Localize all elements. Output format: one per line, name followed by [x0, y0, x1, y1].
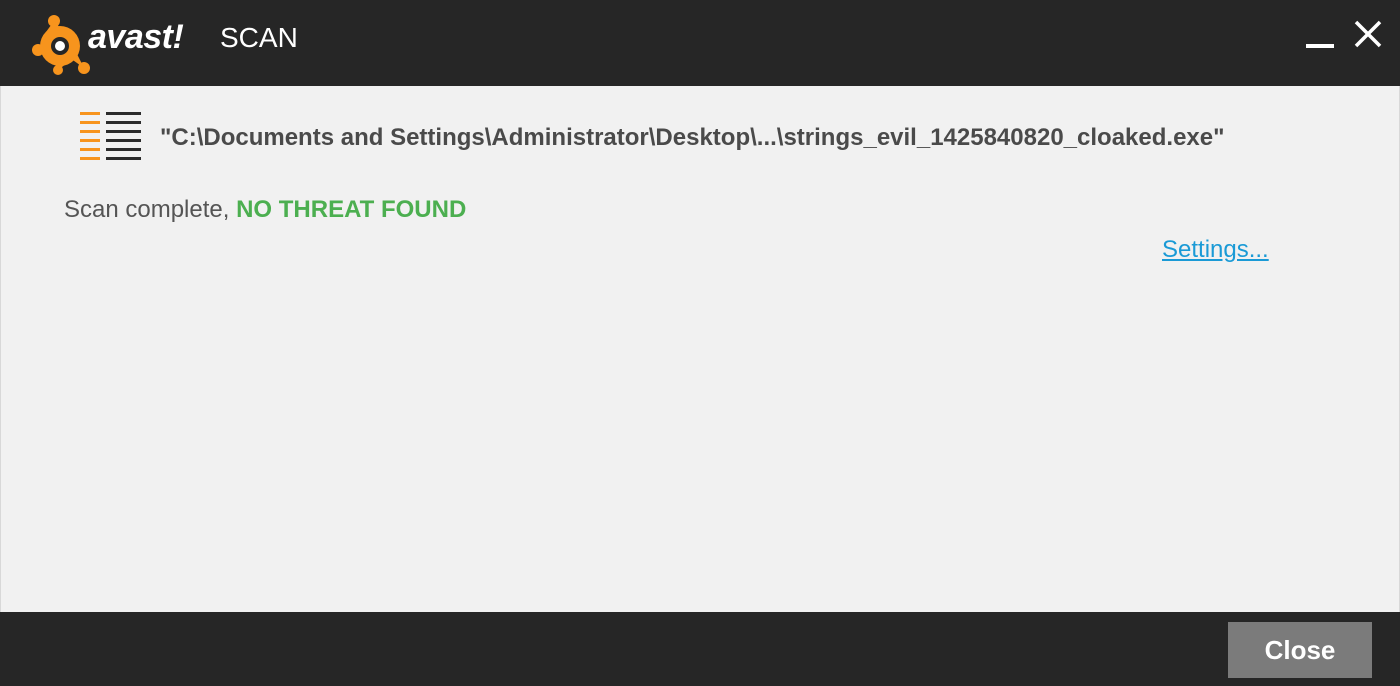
settings-link[interactable]: Settings... [1162, 236, 1269, 264]
scan-status-prefix: Scan complete, [64, 196, 237, 223]
file-list-icon [80, 112, 141, 160]
close-icon[interactable] [1350, 16, 1386, 52]
window-title: SCAN [220, 22, 298, 53]
minimize-icon [1306, 44, 1334, 48]
scanned-file-path: "C:\Documents and Settings\Administrator… [160, 124, 1225, 151]
title-bar: avast! SCAN [0, 0, 1400, 86]
footer-bar: Close [0, 612, 1400, 686]
scan-content-panel [0, 86, 1400, 612]
scan-status-result: NO THREAT FOUND [236, 196, 467, 223]
minimize-button[interactable] [1300, 22, 1340, 56]
brand-name: avast! [88, 18, 184, 56]
close-button[interactable]: Close [1228, 622, 1372, 678]
scan-status: Scan complete, NO THREAT FOUND [64, 196, 466, 224]
